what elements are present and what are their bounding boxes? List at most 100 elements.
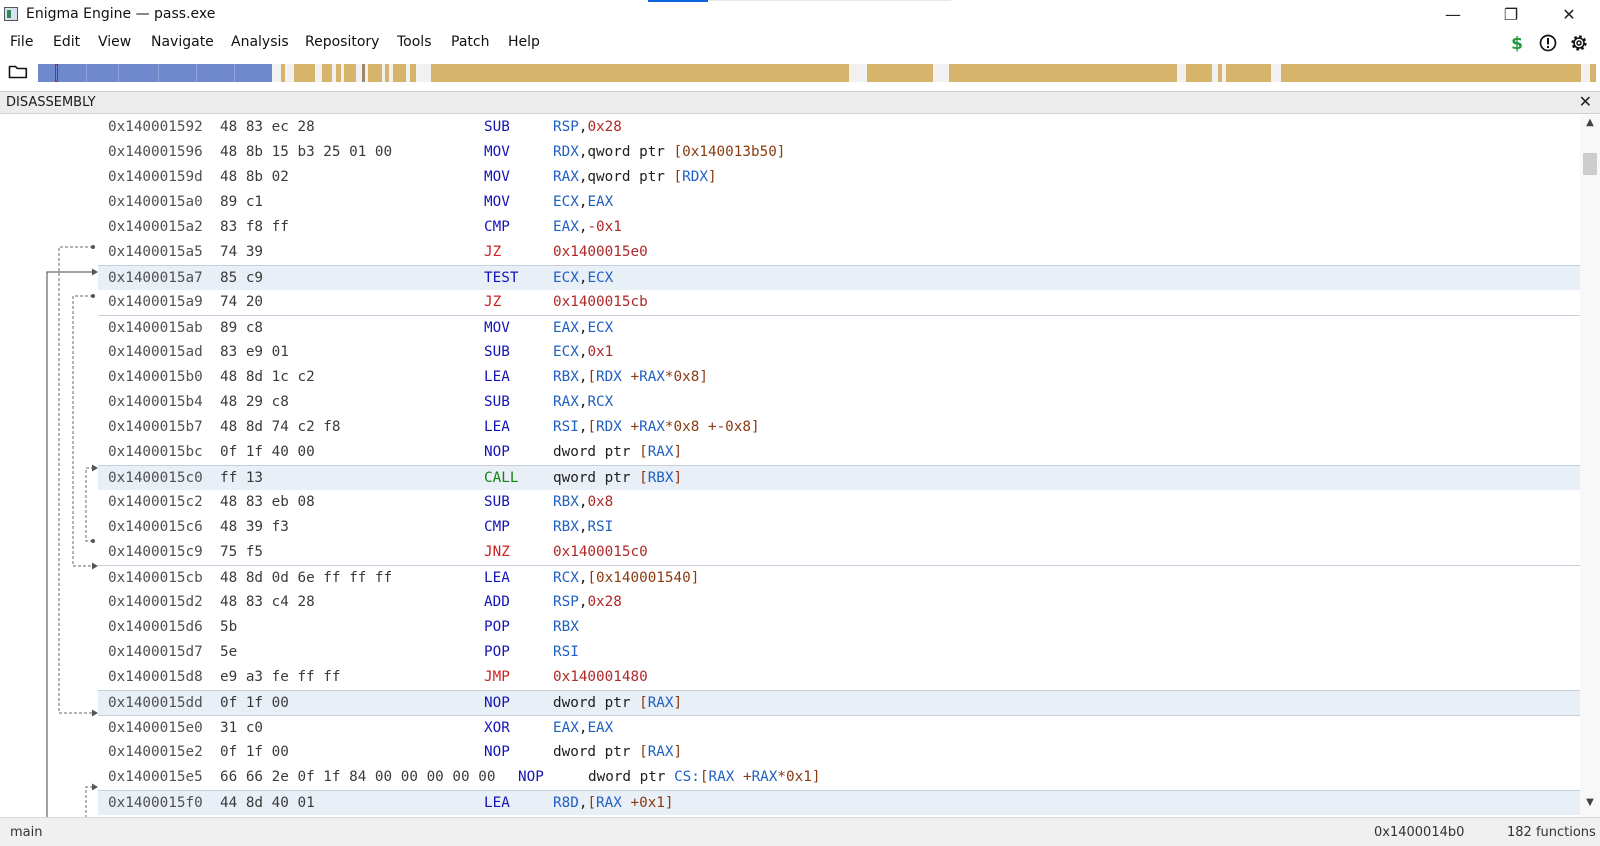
instruction-row[interactable]: 0x1400015cb 48 8d 0d 6e ff ff ff LEA RCX,[0…: [98, 565, 1580, 590]
instruction-row[interactable]: 0x1400015a2 83 f8 ff CMP EAX,-0x1: [98, 215, 1580, 240]
instruction-row[interactable]: 0x1400015d8 e9 a3 fe ff ff JMP 0x140001480: [98, 665, 1580, 690]
menu-tools[interactable]: Tools: [397, 34, 432, 50]
operand-token: [: [639, 444, 648, 460]
nav-data-segment[interactable]: [344, 64, 356, 82]
instruction-row[interactable]: 0x140001596 48 8b 15 b3 25 01 00 MOV RDX,qw…: [98, 140, 1580, 165]
instruction-bytes: 74 20: [220, 294, 264, 310]
menu-view[interactable]: View: [98, 34, 131, 50]
nav-data-segment[interactable]: [1226, 64, 1271, 82]
current-address: 0x1400014b0: [1374, 825, 1465, 840]
instruction-row[interactable]: 0x1400015d7 5e POP RSI: [98, 640, 1580, 665]
instruction-row[interactable]: 0x1400015bc 0f 1f 40 00 NOP dword ptr [RAX]: [98, 440, 1580, 465]
nav-data-segment[interactable]: [867, 64, 933, 82]
nav-data-segment[interactable]: [1218, 64, 1222, 82]
scroll-down-icon[interactable]: ▼: [1580, 797, 1600, 813]
instruction-row[interactable]: 0x1400015ab 89 c8 MOV EAX,ECX: [98, 315, 1580, 340]
instruction-mnemonic: SUB: [484, 494, 510, 510]
nav-data-segment[interactable]: [1186, 64, 1212, 82]
nav-data-segment[interactable]: [1281, 64, 1581, 82]
instruction-row[interactable]: 0x1400015ad 83 e9 01 SUB ECX,0x1: [98, 340, 1580, 365]
operand-token: [: [587, 369, 597, 385]
scroll-up-icon[interactable]: ▲: [1580, 117, 1600, 133]
instruction-address: 0x1400015c6: [108, 519, 203, 535]
instruction-address: 0x1400015a7: [108, 270, 203, 286]
instruction-row[interactable]: 0x1400015e5 66 66 2e 0f 1f 84 00 00 00 00…: [98, 765, 1580, 790]
nav-data-segment[interactable]: [393, 64, 406, 82]
instruction-row[interactable]: 0x1400015f0 44 8d 40 01 LEA R8D,[RAX +0x1]: [98, 790, 1580, 815]
instruction-operands: EAX,ECX: [553, 316, 613, 341]
gear-icon[interactable]: [1569, 33, 1589, 53]
dollar-icon[interactable]: $: [1507, 33, 1527, 53]
panel-close-button[interactable]: ✕: [1579, 92, 1592, 111]
nav-data-segment[interactable]: [1590, 64, 1596, 82]
instruction-row[interactable]: 0x1400015d6 5b POP RBX: [98, 615, 1580, 640]
nav-data-segment[interactable]: [410, 64, 416, 82]
operand-token: ,qword ptr: [578, 169, 674, 185]
instruction-row[interactable]: 0x1400015a7 85 c9 TEST ECX,ECX: [98, 265, 1580, 290]
instruction-row[interactable]: 0x1400015c2 48 83 eb 08 SUB RBX,0x8: [98, 490, 1580, 515]
nav-position-marker[interactable]: [55, 64, 58, 82]
menu-repository[interactable]: Repository: [305, 34, 379, 50]
alert-icon[interactable]: [1538, 33, 1558, 53]
disassembly-view[interactable]: 0x140001592 48 83 ec 28 SUB RSP,0x28 0x14000…: [0, 115, 1580, 817]
instruction-row[interactable]: 0x1400015e0 31 c0 XOR EAX,EAX: [98, 715, 1580, 740]
instruction-row[interactable]: 0x1400015c9 75 f5 JNZ 0x1400015c0: [98, 540, 1580, 565]
instruction-row[interactable]: 0x14000159d 48 8b 02 MOV RAX,qword ptr [RDX…: [98, 165, 1580, 190]
instruction-row[interactable]: 0x1400015b4 48 29 c8 SUB RAX,RCX: [98, 390, 1580, 415]
operand-token: 0x28: [587, 119, 622, 135]
nav-data-segment[interactable]: [431, 64, 849, 82]
instruction-row[interactable]: 0x1400015a0 89 c1 MOV ECX,EAX: [98, 190, 1580, 215]
instruction-row[interactable]: 0x140001592 48 83 ec 28 SUB RSP,0x28: [98, 115, 1580, 140]
vertical-scrollbar[interactable]: ▲ ▼: [1580, 115, 1600, 817]
nav-data-segment[interactable]: [949, 64, 1177, 82]
instruction-row[interactable]: 0x1400015a5 74 39 JZ 0x1400015e0: [98, 240, 1580, 265]
navigation-bar[interactable]: [38, 64, 1596, 82]
menu-navigate[interactable]: Navigate: [151, 34, 214, 50]
instruction-row[interactable]: 0x1400015e2 0f 1f 00 NOP dword ptr [RAX]: [98, 740, 1580, 765]
nav-data-segment[interactable]: [368, 64, 382, 82]
instruction-address: 0x140001596: [108, 144, 203, 160]
open-folder-icon[interactable]: [8, 64, 28, 80]
menu-patch[interactable]: Patch: [451, 34, 489, 50]
nav-data-segment[interactable]: [362, 64, 365, 82]
instruction-bytes: 89 c8: [220, 320, 264, 336]
scroll-thumb[interactable]: [1583, 153, 1597, 175]
nav-data-segment[interactable]: [294, 64, 315, 82]
operand-token: RSI: [587, 519, 614, 535]
nav-data-segment[interactable]: [336, 64, 341, 82]
instruction-row[interactable]: 0x1400015d2 48 83 c4 28 ADD RSP,0x28: [98, 590, 1580, 615]
operand-token: *0x8 +-0x8]: [664, 419, 760, 435]
menu-analysis[interactable]: Analysis: [231, 34, 289, 50]
operand-token: qword ptr: [553, 470, 640, 486]
instruction-bytes: 31 c0: [220, 720, 264, 736]
operand-token: dword ptr: [553, 695, 640, 711]
nav-data-segment[interactable]: [385, 64, 389, 82]
menu-help[interactable]: Help: [508, 34, 540, 50]
menu-edit[interactable]: Edit: [53, 34, 80, 50]
nav-data-segment[interactable]: [281, 64, 285, 82]
instruction-bytes: 48 29 c8: [220, 394, 289, 410]
instruction-operands: 0x1400015cb: [553, 290, 648, 315]
menu-file[interactable]: File: [10, 34, 33, 50]
close-button[interactable]: ✕: [1546, 2, 1592, 28]
instruction-row[interactable]: 0x1400015c0 ff 13 CALL qword ptr [RBX]: [98, 465, 1580, 490]
minimize-button[interactable]: —: [1430, 2, 1476, 28]
nav-segment-divider: [118, 64, 119, 82]
instruction-bytes: 48 8d 74 c2 f8: [220, 419, 341, 435]
restore-button[interactable]: ❐: [1488, 2, 1534, 28]
nav-data-segment[interactable]: [322, 64, 332, 82]
instruction-row[interactable]: 0x1400015b0 48 8d 1c c2 LEA RBX,[RDX +RAX*0…: [98, 365, 1580, 390]
operand-token: 0x1: [587, 344, 614, 360]
instruction-row[interactable]: 0x1400015a9 74 20 JZ 0x1400015cb: [98, 290, 1580, 315]
nav-code-segment[interactable]: [38, 64, 272, 82]
instruction-mnemonic: MOV: [484, 320, 510, 336]
instruction-row[interactable]: 0x1400015dd 0f 1f 00 NOP dword ptr [RAX]: [98, 690, 1580, 715]
instruction-row[interactable]: 0x1400015b7 48 8d 74 c2 f8 LEA RSI,[RDX +RA…: [98, 415, 1580, 440]
branch-arrow-jz-15cb: [72, 295, 93, 567]
instruction-row[interactable]: 0x1400015c6 48 39 f3 CMP RBX,RSI: [98, 515, 1580, 540]
instruction-mnemonic: JNZ: [484, 544, 510, 560]
operand-token: RSP: [553, 594, 579, 610]
instruction-mnemonic: NOP: [518, 769, 544, 785]
instruction-operands: RBX,[RDX +RAX*0x8]: [553, 365, 708, 390]
instruction-bytes: 0f 1f 40 00: [220, 444, 315, 460]
